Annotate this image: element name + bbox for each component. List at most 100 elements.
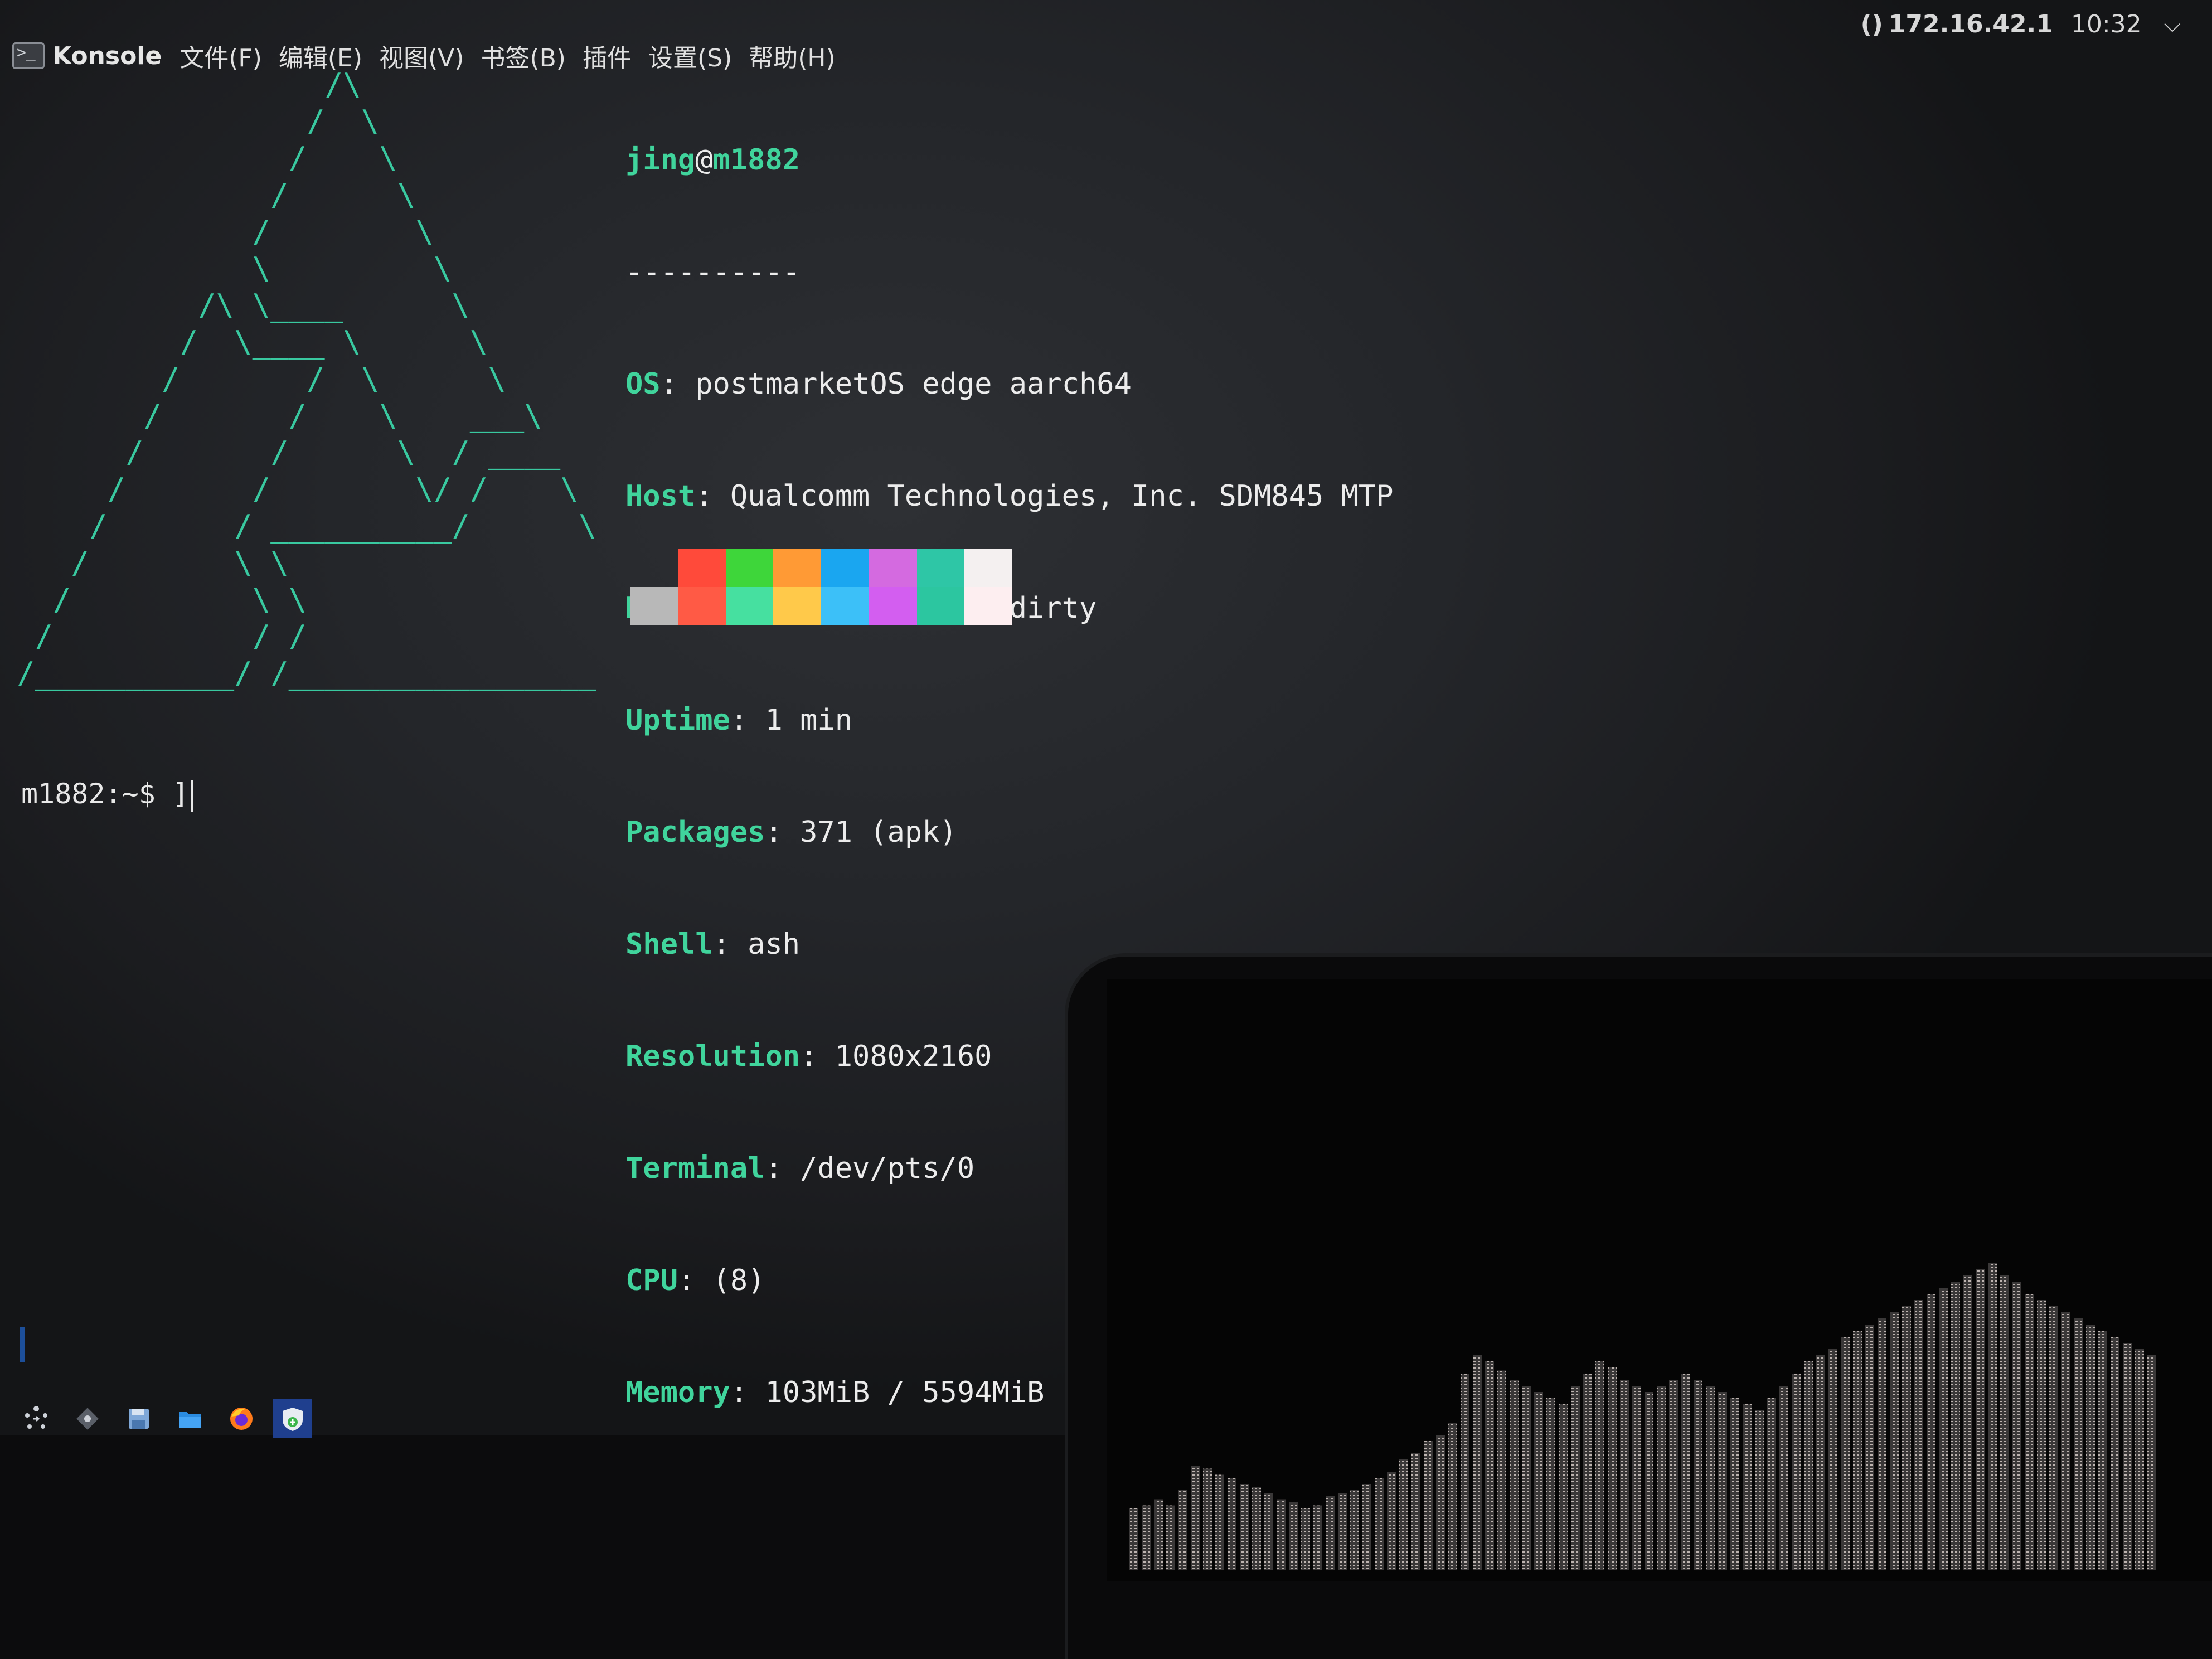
boot-log-column [1448, 1423, 1457, 1570]
boot-log-column [1645, 1392, 1653, 1570]
info-line-uptime: Uptime: 1 min [625, 704, 853, 737]
ip-address: 172.16.42.1 [1888, 10, 2053, 38]
firefox-icon [230, 1408, 253, 1430]
shell-prompt[interactable]: m1882:~$ ] [21, 778, 194, 812]
info-value: /dev/pts/0 [800, 1152, 975, 1185]
info-line-packages: Packages: 371 (apk) [625, 816, 957, 849]
boot-log-column [1681, 1374, 1690, 1570]
phone-device [1065, 953, 2212, 1659]
boot-log-column [1546, 1398, 1555, 1570]
boot-log-column [1559, 1404, 1568, 1570]
boot-log-column [1865, 1325, 1874, 1570]
ascii-logo-line: / / / \ [17, 619, 596, 654]
boot-log-column [1461, 1374, 1469, 1570]
app-launcher-button[interactable] [17, 1399, 56, 1438]
prompt-text: m1882:~$ ] [21, 778, 190, 810]
boot-log-column [1399, 1459, 1408, 1570]
boot-log-column [1154, 1499, 1163, 1570]
boot-log-column [1927, 1294, 1936, 1570]
info-key: Memory [625, 1376, 730, 1409]
boot-log-column [1510, 1380, 1519, 1570]
boot-log-column [1191, 1466, 1200, 1570]
info-line-host: Host: Qualcomm Technologies, Inc. SDM845… [625, 479, 1394, 513]
boot-log-column [1767, 1398, 1776, 1570]
boot-log-column [1902, 1306, 1911, 1570]
palette-swatch [821, 549, 869, 587]
info-value: Qualcomm Technologies, Inc. SDM845 MTP [730, 479, 1394, 513]
boot-log-column [1166, 1505, 1175, 1570]
boot-log-column [1988, 1263, 1997, 1570]
palette-swatch [869, 549, 917, 587]
boot-log-column [1436, 1435, 1445, 1570]
chevron-down-icon[interactable]: ⌵ [2164, 12, 2181, 37]
boot-log-column [1632, 1386, 1641, 1570]
app-name[interactable]: Konsole [52, 42, 162, 70]
boot-log-column [1828, 1349, 1837, 1570]
info-key: Resolution [625, 1040, 801, 1073]
boot-log-column [1976, 1269, 1985, 1570]
konsole-task-icon [283, 1408, 303, 1431]
ascii-logo-line: / \ [17, 104, 379, 139]
boot-log-column [1522, 1386, 1531, 1570]
boot-log-column [1326, 1496, 1335, 1570]
discover-button[interactable] [68, 1399, 107, 1438]
info-key: OS [625, 367, 661, 401]
username: jing [625, 143, 696, 177]
info-key: CPU [625, 1264, 678, 1297]
boot-log-column [1657, 1386, 1666, 1570]
boot-log-column [1375, 1478, 1384, 1570]
boot-log-column [1350, 1490, 1359, 1570]
boot-log-column [1669, 1380, 1678, 1570]
info-line-os: OS: postmarketOS edge aarch64 [625, 367, 1132, 401]
scroll-marker [20, 1327, 25, 1362]
ascii-logo-line: / / \ ___\ [17, 398, 542, 433]
save-button[interactable] [119, 1399, 158, 1438]
taskbar [17, 1394, 324, 1444]
boot-log-column [1743, 1404, 1752, 1570]
boot-log-column [1755, 1410, 1764, 1570]
at-sign: @ [695, 143, 713, 177]
boot-log-column [1779, 1386, 1788, 1570]
boot-log-column [1620, 1380, 1629, 1570]
ascii-logo-line: / / \ \ [17, 361, 506, 396]
boot-log-column [2098, 1331, 2107, 1570]
app-launcher-icon [25, 1406, 47, 1429]
palette-swatch [773, 587, 821, 625]
ascii-logo-line: / / __________/ \ [17, 508, 596, 544]
palette-swatch [725, 549, 774, 587]
ascii-logo-line: /\ \____ \ [17, 288, 470, 323]
boot-log-column [1890, 1312, 1899, 1570]
boot-log-column [1914, 1300, 1923, 1570]
text-cursor [191, 779, 194, 812]
info-value: 371 (apk) [800, 816, 957, 849]
separator: ---------- [625, 255, 801, 289]
boot-log-column [1595, 1361, 1604, 1570]
boot-log-column [1718, 1392, 1727, 1570]
palette-swatch [916, 549, 965, 587]
palette-swatch [916, 587, 965, 625]
postmarketos-ascii-logo: /\ / \ / \ / \ / \ \ \ /\ \____ \ / \___… [17, 67, 596, 691]
boot-log-column [1301, 1508, 1310, 1570]
boot-log-column [1362, 1484, 1371, 1570]
network-icon[interactable]: () [1861, 10, 1883, 38]
file-manager-button[interactable] [171, 1399, 210, 1438]
palette-swatch [677, 587, 726, 625]
boot-log-column [2012, 1282, 2021, 1570]
konsole-task-button[interactable] [273, 1399, 312, 1438]
firefox-button[interactable] [222, 1399, 261, 1438]
palette-swatch [869, 587, 917, 625]
ascii-logo-line: / \ [17, 177, 415, 212]
boot-log-column [1485, 1361, 1494, 1570]
boot-log-column [1277, 1499, 1286, 1570]
clock[interactable]: 10:32 [2071, 10, 2142, 38]
info-value: ash [748, 928, 801, 961]
info-value: 103MiB / 5594MiB [765, 1376, 1045, 1409]
boot-log-column [1411, 1453, 1420, 1570]
ascii-logo-line: /___________/ /____________________\ [17, 656, 596, 691]
boot-log-column [2049, 1306, 2058, 1570]
palette-swatch [725, 587, 774, 625]
palette-swatch [630, 587, 678, 625]
ascii-logo-line: / / \ / ____ [17, 435, 561, 470]
boot-log-column [1730, 1398, 1739, 1570]
boot-log-column [2086, 1325, 2095, 1570]
